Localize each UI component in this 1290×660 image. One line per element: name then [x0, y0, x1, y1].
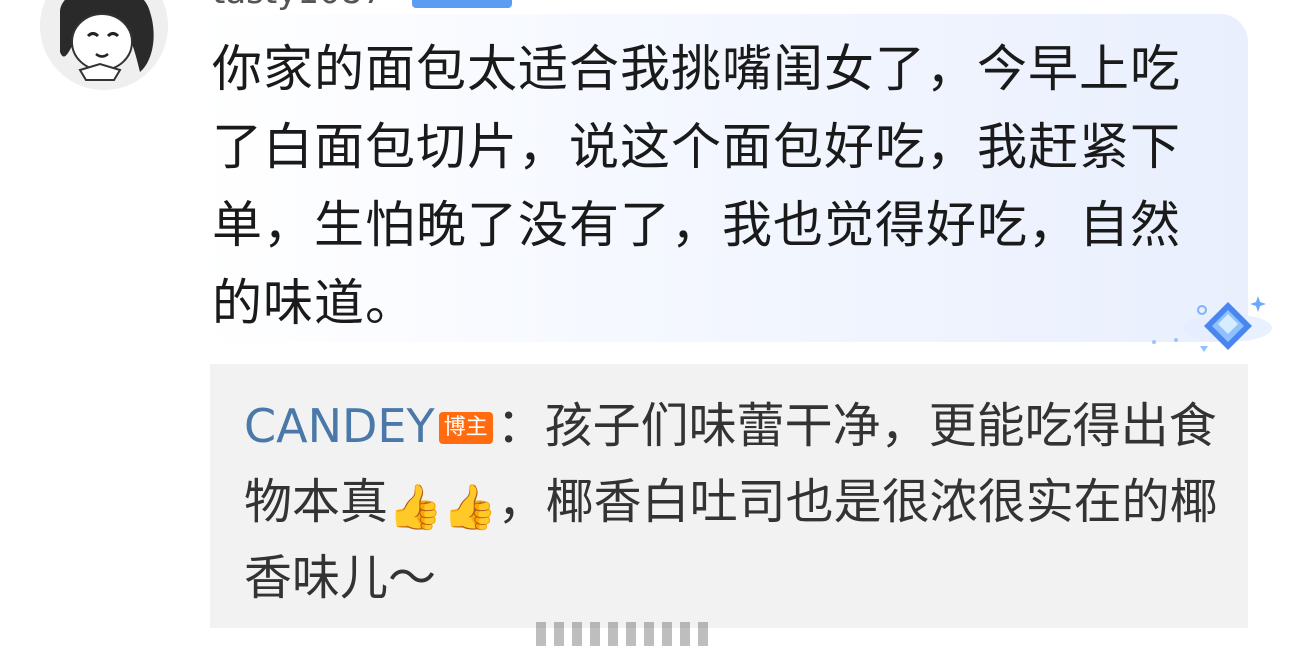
blogger-badge: 博主: [438, 412, 493, 444]
cut-off-text: [536, 622, 756, 646]
reply-separator: ：: [496, 398, 545, 454]
comment-thread: tasty1087 你家的面包太适合我挑嘴闺女了，今早上吃了白面包切片，说这个面…: [0, 0, 1290, 660]
cartoon-girl-avatar-icon: [40, 0, 168, 90]
avatar[interactable]: [40, 0, 168, 90]
sparkle-diamond-icon: [1140, 290, 1280, 360]
thumbs-up-icon: 👍: [388, 482, 443, 533]
reply-author-link[interactable]: CANDEY: [244, 399, 435, 453]
thumbs-up-icon: 👍: [442, 482, 498, 533]
comment-username[interactable]: tasty1087: [212, 0, 384, 12]
user-level-badge: [412, 0, 512, 8]
comment-text: 你家的面包太适合我挑嘴闺女了，今早上吃了白面包切片，说这个面包好吃，我赶紧下单，…: [212, 40, 1181, 332]
reply-text: CANDEY 博主 ：孩子们味蕾干净，更能吃得出食物本真👍👍，椰香白吐司也是很浓很实…: [244, 388, 1234, 616]
